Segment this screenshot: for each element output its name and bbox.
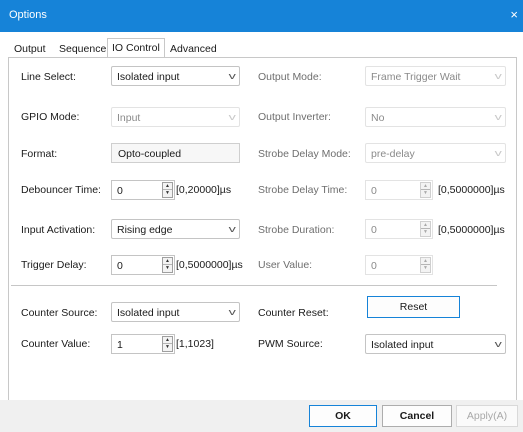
trigger-delay-range: [0,5000000]µs: [176, 259, 243, 271]
tab-bar: Output Sequence IO Control Advanced: [8, 38, 518, 59]
counter-source-dropdown[interactable]: Isolated input v: [111, 302, 240, 322]
spin-up-icon[interactable]: ▲: [421, 222, 430, 229]
section-divider: [11, 285, 497, 286]
pwm-source-dropdown[interactable]: Isolated input v: [365, 334, 506, 354]
input-activation-dropdown[interactable]: Rising edge v: [111, 219, 240, 239]
debouncer-time-value: 0: [117, 185, 123, 197]
spin-down-icon[interactable]: ▼: [163, 265, 172, 272]
apply-button[interactable]: Apply(A): [456, 405, 518, 427]
window-title: Options: [9, 9, 47, 21]
output-mode-dropdown[interactable]: Frame Trigger Wait v: [365, 66, 506, 86]
strobe-delay-mode-label: Strobe Delay Mode:: [258, 148, 351, 160]
title-bar: Options ×: [0, 0, 523, 32]
strobe-delay-time-value: 0: [371, 185, 377, 197]
format-label: Format:: [21, 148, 58, 160]
trigger-delay-spinbox[interactable]: 0 ▲ ▼: [111, 255, 175, 275]
strobe-delay-time-spinbox[interactable]: 0 ▲ ▼: [365, 180, 433, 200]
spin-up-icon[interactable]: ▲: [421, 258, 430, 265]
user-value-value: 0: [371, 260, 377, 272]
tab-io-control[interactable]: IO Control: [107, 38, 165, 59]
output-mode-label: Output Mode:: [258, 71, 322, 83]
strobe-duration-label: Strobe Duration:: [258, 224, 335, 236]
output-inverter-label: Output Inverter:: [258, 111, 331, 123]
pwm-source-value: Isolated input: [371, 339, 434, 351]
gpio-mode-dropdown[interactable]: Input v: [111, 107, 240, 127]
counter-source-value: Isolated input: [117, 307, 180, 319]
debouncer-time-range: [0,20000]µs: [176, 184, 232, 196]
format-value: Opto-coupled: [118, 148, 182, 160]
debouncer-time-spinbox[interactable]: 0 ▲ ▼: [111, 180, 175, 200]
spin-down-icon[interactable]: ▼: [421, 265, 430, 272]
output-inverter-dropdown[interactable]: No v: [365, 107, 506, 127]
strobe-delay-mode-dropdown[interactable]: pre-delay v: [365, 143, 506, 163]
user-value-spinbox[interactable]: 0 ▲ ▼: [365, 255, 433, 275]
spin-up-icon[interactable]: ▲: [163, 258, 172, 265]
strobe-duration-value: 0: [371, 224, 377, 236]
input-activation-label: Input Activation:: [21, 224, 96, 236]
debouncer-time-label: Debouncer Time:: [21, 184, 101, 196]
chevron-down-icon: v: [228, 112, 236, 122]
trigger-delay-label: Trigger Delay:: [21, 259, 87, 271]
chevron-down-icon: v: [228, 224, 236, 234]
chevron-down-icon: v: [494, 339, 502, 349]
output-mode-value: Frame Trigger Wait: [371, 71, 461, 83]
output-inverter-value: No: [371, 112, 385, 124]
chevron-down-icon: v: [494, 71, 502, 81]
spin-down-icon[interactable]: ▼: [421, 190, 430, 197]
reset-button[interactable]: Reset: [367, 296, 460, 318]
spin-up-icon[interactable]: ▲: [421, 183, 430, 190]
line-select-dropdown[interactable]: Isolated input v: [111, 66, 240, 86]
chevron-down-icon: v: [228, 71, 236, 81]
strobe-duration-spinbox[interactable]: 0 ▲ ▼: [365, 219, 433, 239]
counter-reset-label: Counter Reset:: [258, 307, 329, 319]
counter-value-label: Counter Value:: [21, 338, 91, 350]
spin-down-icon[interactable]: ▼: [163, 344, 172, 351]
spin-up-icon[interactable]: ▲: [163, 183, 172, 190]
cancel-button[interactable]: Cancel: [382, 405, 452, 427]
spin-down-icon[interactable]: ▼: [163, 190, 172, 197]
tab-sequence[interactable]: Sequence: [55, 40, 110, 58]
counter-value-spinbox[interactable]: 1 ▲ ▼: [111, 334, 175, 354]
line-select-label: Line Select:: [21, 71, 76, 83]
strobe-delay-mode-value: pre-delay: [371, 148, 415, 160]
counter-value-range: [1,1023]: [176, 338, 214, 350]
spin-down-icon[interactable]: ▼: [421, 229, 430, 236]
strobe-delay-time-range: [0,5000000]µs: [438, 184, 505, 196]
format-field: Opto-coupled: [111, 143, 240, 163]
pwm-source-label: PWM Source:: [258, 338, 323, 350]
chevron-down-icon: v: [228, 307, 236, 317]
close-icon[interactable]: ×: [510, 8, 518, 21]
line-select-value: Isolated input: [117, 71, 180, 83]
gpio-mode-label: GPIO Mode:: [21, 111, 80, 123]
counter-value-value: 1: [117, 339, 123, 351]
gpio-mode-value: Input: [117, 112, 141, 124]
chevron-down-icon: v: [494, 148, 502, 158]
input-activation-value: Rising edge: [117, 224, 173, 236]
user-value-label: User Value:: [258, 259, 313, 271]
trigger-delay-value: 0: [117, 260, 123, 272]
spin-up-icon[interactable]: ▲: [163, 337, 172, 344]
tab-advanced[interactable]: Advanced: [166, 40, 221, 58]
ok-button[interactable]: OK: [309, 405, 377, 427]
chevron-down-icon: v: [494, 112, 502, 122]
tab-output[interactable]: Output: [10, 40, 50, 58]
strobe-duration-range: [0,5000000]µs: [438, 224, 505, 236]
strobe-delay-time-label: Strobe Delay Time:: [258, 184, 348, 196]
counter-source-label: Counter Source:: [21, 307, 98, 319]
